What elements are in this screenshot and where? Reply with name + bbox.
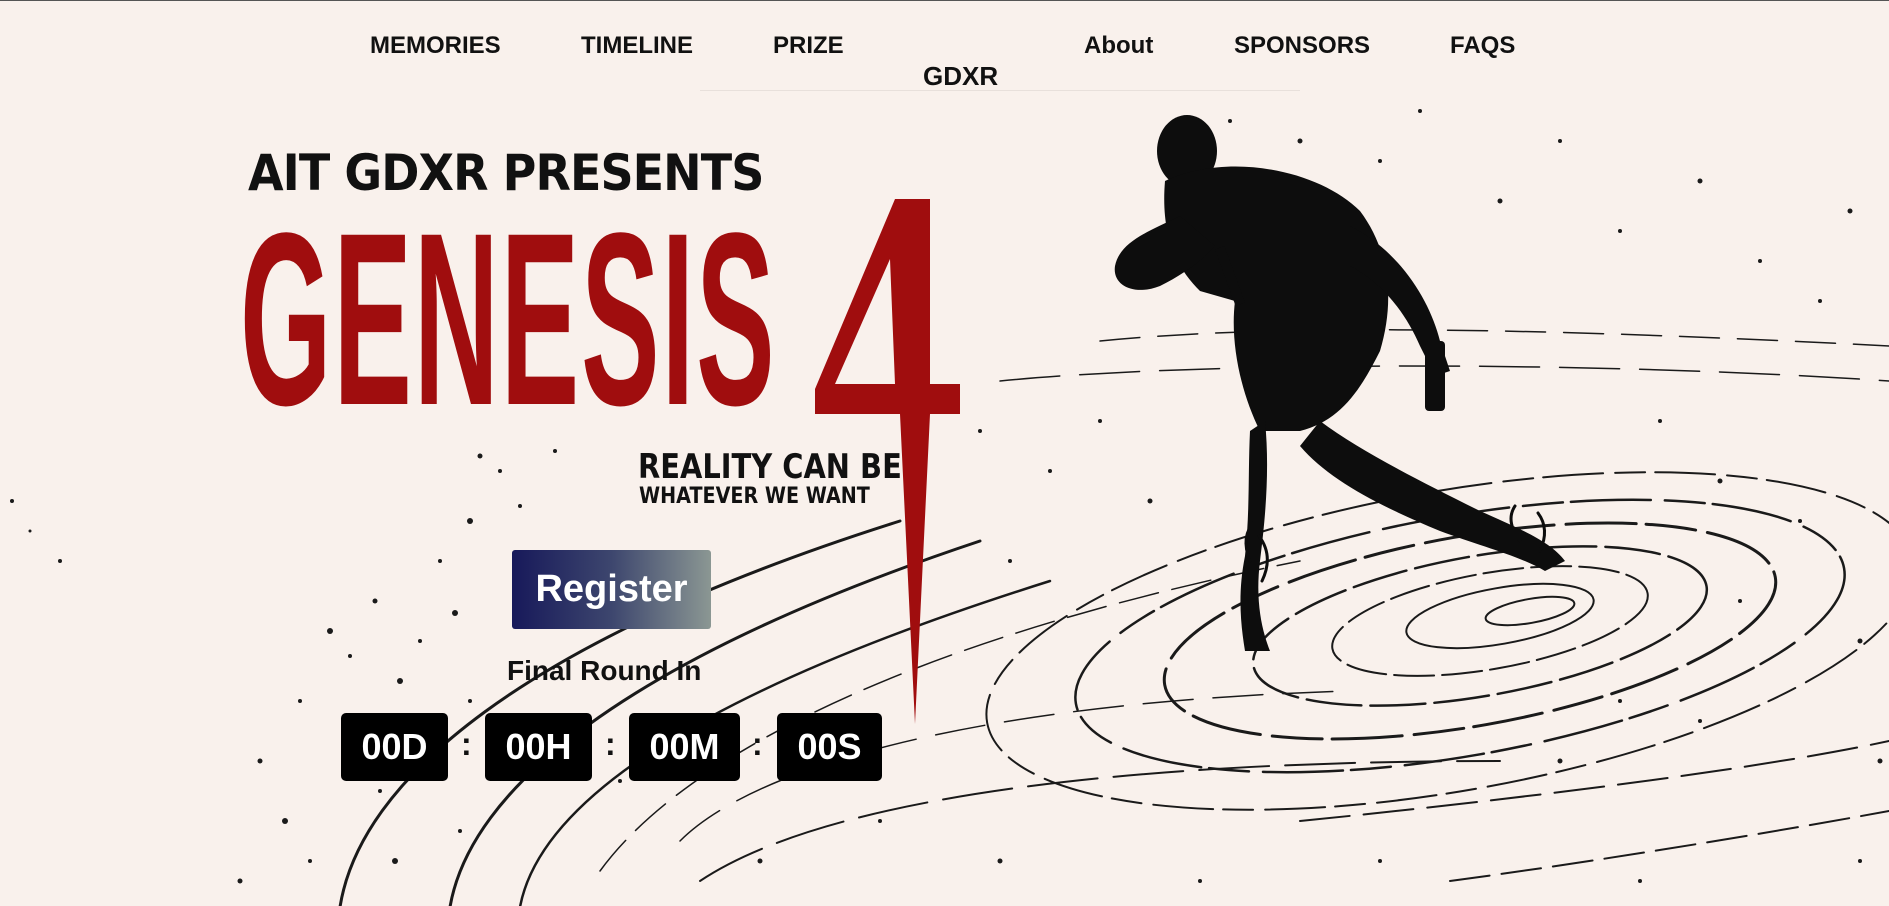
nav-item-about[interactable]: About [1084, 32, 1153, 60]
countdown-minutes: 00M [629, 713, 740, 781]
countdown-separator: : [605, 726, 616, 762]
tagline-line2: WHATEVER WE WANT [639, 484, 870, 509]
nav-item-sponsors[interactable]: SPONSORS [1234, 32, 1370, 60]
countdown-separator: : [752, 726, 763, 762]
nav-item-faqs[interactable]: FAQS [1450, 32, 1515, 60]
top-nav: MEMORIES TIMELINE PRIZE GDXR About SPONS… [0, 1, 1889, 101]
event-title: GENESIS [240, 197, 820, 443]
nav-divider [700, 90, 1300, 91]
nav-item-timeline[interactable]: TIMELINE [581, 32, 693, 60]
countdown-days: 00D [341, 713, 448, 781]
nav-item-prize[interactable]: PRIZE [773, 32, 844, 60]
page: MEMORIES TIMELINE PRIZE GDXR About SPONS… [0, 0, 1889, 906]
nav-item-memories[interactable]: MEMORIES [370, 32, 501, 60]
countdown-heading: Final Round In [507, 655, 702, 686]
nav-item-gdxr[interactable]: GDXR [923, 61, 998, 92]
tagline-line1: REALITY CAN BE [638, 447, 902, 487]
countdown-separator: : [461, 726, 472, 762]
countdown-seconds: 00S [777, 713, 882, 781]
countdown-hours: 00H [485, 713, 592, 781]
event-title-text: GENESIS [240, 182, 777, 458]
register-button[interactable]: Register [512, 550, 711, 629]
